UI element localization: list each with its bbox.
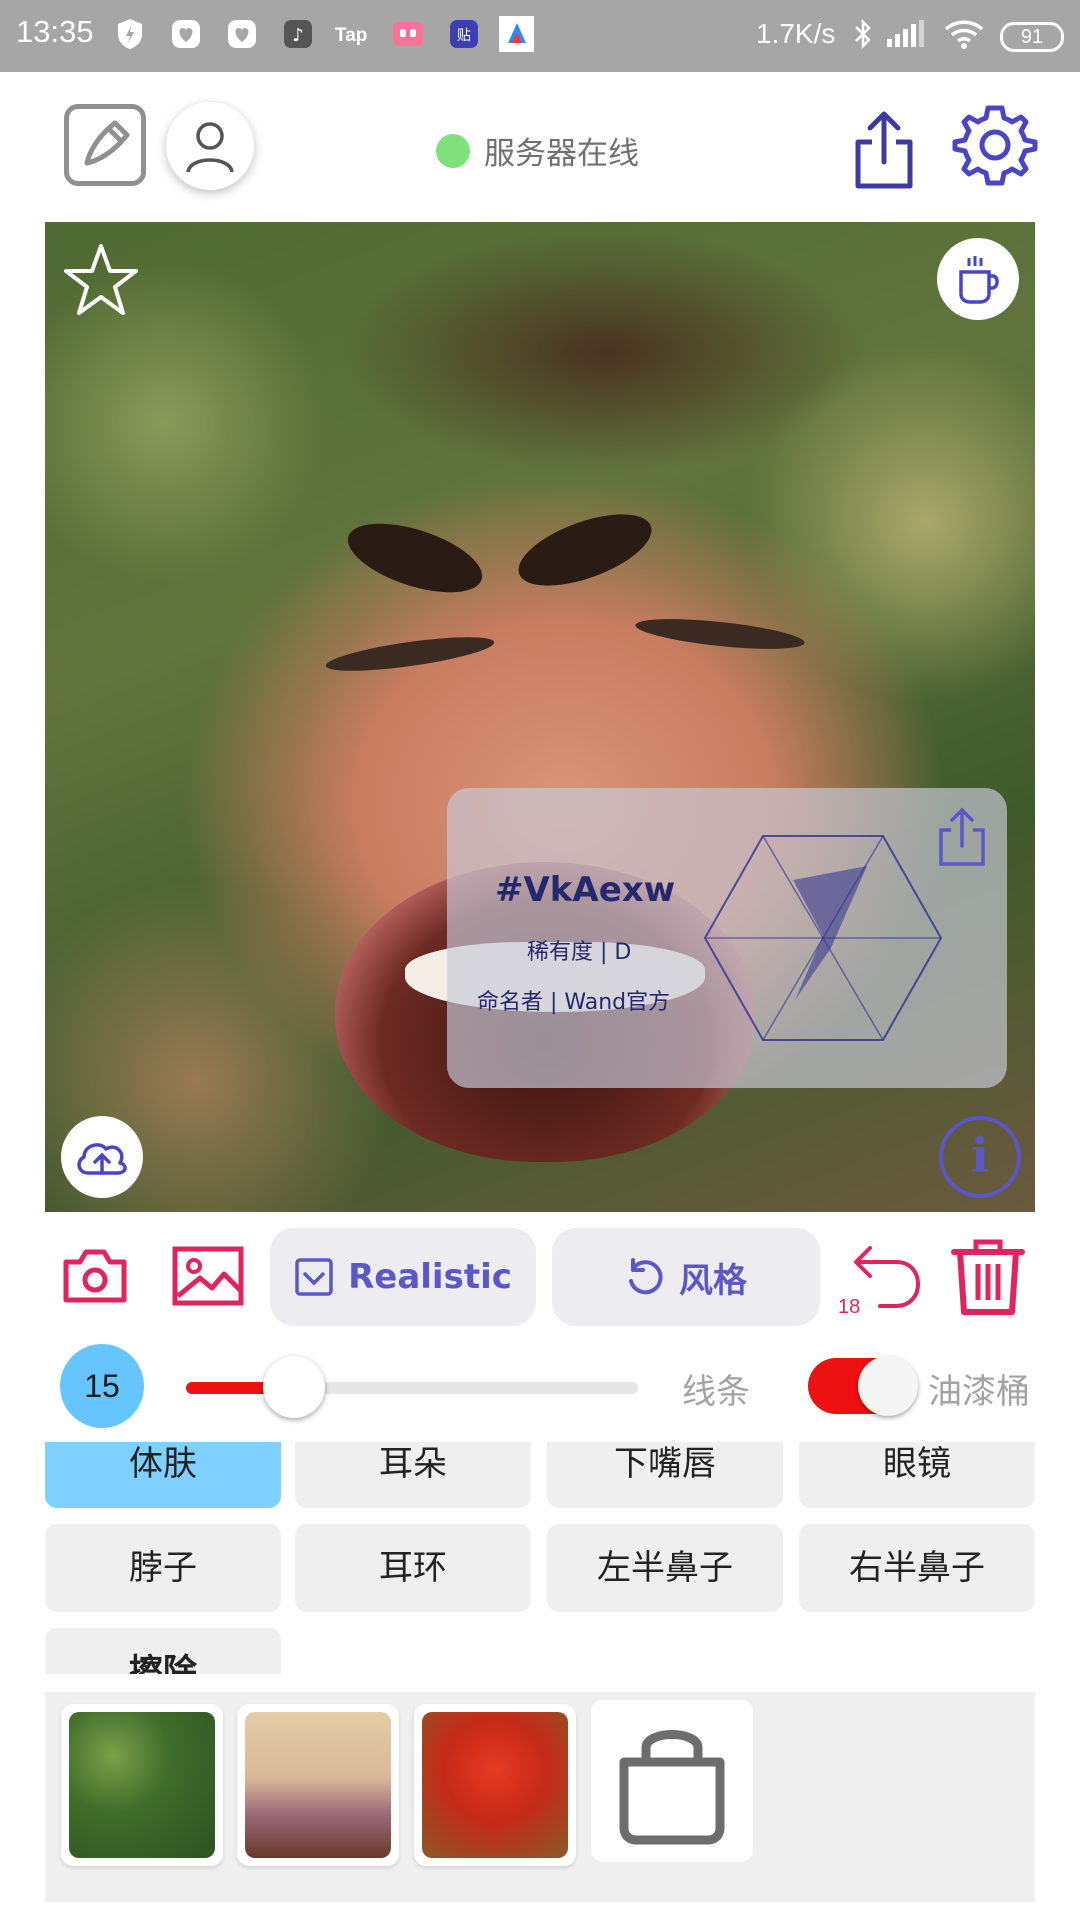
trash-icon bbox=[951, 1239, 1025, 1315]
face-part-button[interactable]: 左半鼻子 bbox=[547, 1524, 783, 1612]
shop-button[interactable] bbox=[591, 1700, 753, 1862]
taptap-icon: Tap bbox=[332, 16, 380, 52]
refresh-icon bbox=[625, 1257, 665, 1297]
status-time: 13:35 bbox=[16, 14, 94, 49]
delete-button[interactable] bbox=[948, 1236, 1028, 1320]
face-part-button[interactable]: 右半鼻子 bbox=[799, 1524, 1035, 1612]
paint-bucket-toggle[interactable] bbox=[808, 1356, 918, 1416]
face-part-button[interactable]: 脖子 bbox=[45, 1524, 281, 1612]
checkbox-icon bbox=[294, 1257, 334, 1297]
bluetooth-icon bbox=[850, 16, 876, 52]
face-part-button[interactable]: 体肤 bbox=[45, 1442, 281, 1508]
donate-button[interactable] bbox=[937, 238, 1019, 320]
settings-button[interactable] bbox=[952, 102, 1038, 188]
face-code: #VkAexw bbox=[495, 870, 676, 910]
texture-image bbox=[69, 1712, 215, 1858]
svg-text:贴: 贴 bbox=[457, 28, 471, 44]
network-speed: 1.7K/s bbox=[756, 18, 836, 49]
camera-button[interactable] bbox=[62, 1248, 128, 1308]
star-icon bbox=[64, 244, 138, 315]
face-parts-list: 体肤 耳朵 下嘴唇 眼镜脖子 耳环 左半鼻子 右半鼻子擦除 bbox=[45, 1442, 1035, 1674]
top-toolbar: 服务器在线 bbox=[0, 72, 1080, 222]
brush-size-slider[interactable] bbox=[186, 1356, 638, 1418]
face-part-button[interactable]: 擦除 bbox=[45, 1628, 281, 1674]
canvas-art bbox=[339, 509, 491, 607]
texture-thumbnail[interactable] bbox=[414, 1704, 576, 1866]
texture-tray bbox=[45, 1692, 1035, 1902]
app-icon-3 bbox=[498, 16, 534, 52]
edit-button[interactable] bbox=[64, 104, 146, 186]
mode-bucket-label: 油漆桶 bbox=[928, 1372, 1030, 1412]
texture-image bbox=[422, 1712, 568, 1858]
canvas-art bbox=[324, 630, 496, 678]
radar-chart bbox=[703, 835, 943, 1041]
realistic-toggle-button[interactable]: Realistic bbox=[270, 1228, 536, 1326]
toggle-knob bbox=[858, 1356, 918, 1416]
namer-label: 命名者 | Wand官方 bbox=[477, 990, 671, 1015]
face-part-button[interactable]: 耳朵 bbox=[295, 1442, 531, 1508]
edit-controls: Realistic 风格 18 bbox=[0, 1212, 1080, 1336]
server-status-label: 服务器在线 bbox=[484, 136, 639, 172]
svg-text:Tap: Tap bbox=[335, 25, 367, 46]
texture-thumbnail[interactable] bbox=[61, 1704, 223, 1866]
tieba-icon: 贴 bbox=[446, 16, 482, 52]
gear-icon bbox=[952, 105, 1038, 186]
mode-line-label: 线条 bbox=[682, 1372, 750, 1412]
bilibili-icon bbox=[390, 16, 426, 52]
app-icon-1 bbox=[168, 16, 204, 52]
face-info-card: #VkAexw 稀有度 | D 命名者 | Wand官方 bbox=[447, 788, 1007, 1088]
shopping-bag-icon bbox=[619, 1730, 725, 1845]
texture-image bbox=[245, 1712, 391, 1858]
svg-text:♪: ♪ bbox=[292, 25, 304, 46]
face-part-button[interactable]: 下嘴唇 bbox=[547, 1442, 783, 1508]
share-button[interactable] bbox=[848, 108, 920, 190]
status-bar: 13:35 ♪ Tap 贴 1.7K/s 91 bbox=[0, 0, 1080, 72]
user-icon bbox=[186, 122, 234, 173]
slider-thumb[interactable] bbox=[263, 1356, 326, 1418]
cloud-upload-button[interactable] bbox=[61, 1116, 143, 1198]
image-icon bbox=[172, 1246, 244, 1306]
tiktok-icon: ♪ bbox=[280, 16, 316, 52]
card-share-button[interactable] bbox=[933, 804, 991, 868]
drawing-canvas[interactable]: i #VkAexw 稀有度 | D 命名者 | Wand官方 bbox=[45, 222, 1035, 1212]
texture-thumbnail[interactable] bbox=[237, 1704, 399, 1866]
style-button[interactable]: 风格 bbox=[552, 1228, 820, 1326]
share-icon bbox=[855, 111, 913, 189]
undo-count: 18 bbox=[838, 1296, 861, 1318]
gallery-button[interactable] bbox=[172, 1246, 244, 1310]
user-profile-button[interactable] bbox=[166, 102, 254, 190]
shield-icon bbox=[112, 16, 148, 52]
rarity-label: 稀有度 | D bbox=[527, 940, 632, 965]
brush-settings: 15 线条 油漆桶 bbox=[0, 1336, 1080, 1436]
canvas-art bbox=[509, 499, 661, 601]
server-status-dot bbox=[436, 133, 470, 168]
info-icon[interactable]: i bbox=[939, 1116, 1021, 1198]
style-label: 风格 bbox=[679, 1260, 747, 1301]
server-status: 服务器在线 bbox=[436, 128, 639, 173]
favorite-button[interactable] bbox=[61, 240, 141, 320]
camera-icon bbox=[63, 1249, 127, 1303]
pen-icon bbox=[84, 120, 130, 166]
realistic-label: Realistic bbox=[348, 1257, 512, 1297]
canvas-art bbox=[634, 613, 806, 655]
face-part-button[interactable]: 耳环 bbox=[295, 1524, 531, 1612]
wifi-icon bbox=[942, 16, 986, 52]
face-part-button[interactable]: 眼镜 bbox=[799, 1442, 1035, 1508]
app-icon-2 bbox=[224, 16, 260, 52]
share-icon bbox=[939, 807, 985, 866]
coffee-cup-icon bbox=[959, 256, 999, 304]
cloud-upload-icon bbox=[77, 1143, 127, 1175]
signal-icon bbox=[884, 16, 928, 52]
brush-size-badge: 15 bbox=[60, 1344, 144, 1428]
battery-indicator: 91 bbox=[1000, 22, 1064, 52]
